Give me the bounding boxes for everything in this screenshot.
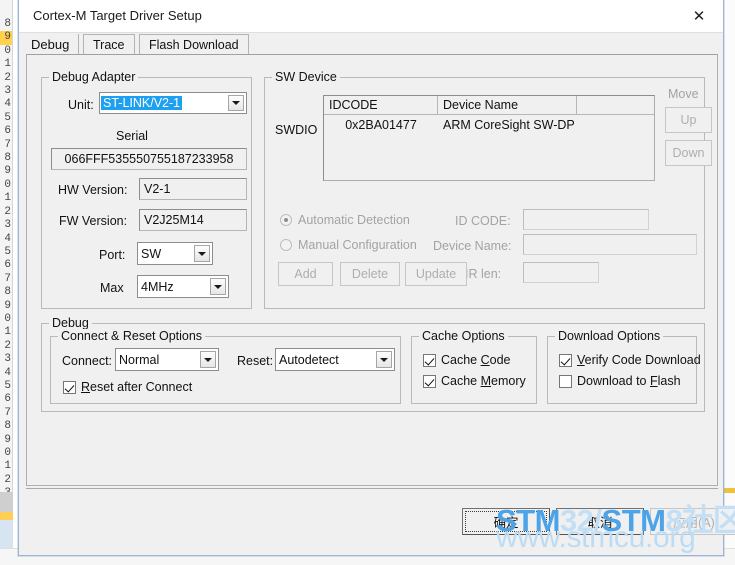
port-label: Port: [99,248,126,262]
reset-after-connect-label: Reset after Connect [81,380,193,394]
download-to-flash-label: Download to Flash [577,374,681,388]
verify-code-download-checkbox[interactable]: Verify Code Download [559,353,701,367]
connect-combo[interactable]: Normal [115,348,219,371]
tab-debug[interactable]: Debug [26,34,80,55]
device-name-label: Device Name: [433,239,512,253]
chevron-down-icon[interactable] [376,351,392,368]
cache-options-group: Cache Options Cache Code Cache Memory [411,329,537,404]
cache-memory-checkbox[interactable]: Cache Memory [423,374,526,388]
download-options-legend: Download Options [555,329,664,343]
ir-len-label: IR len: [465,267,502,281]
add-button[interactable]: Add [278,262,333,286]
download-to-flash-checkbox[interactable]: Download to Flash [559,374,681,388]
hw-version-field[interactable]: V2-1 [139,178,247,200]
move-label: Move [668,87,699,101]
debug-options-legend: Debug [49,316,92,330]
editor-right-marker [723,488,735,493]
serial-label: Serial [116,129,148,143]
cache-options-legend: Cache Options [419,329,508,343]
max-clock-combo[interactable]: 4MHz [137,275,229,298]
dialog-title: Cortex-M Target Driver Setup [33,8,202,23]
connect-combo-value: Normal [119,352,160,367]
radio-indicator [280,239,292,251]
fw-version-label: FW Version: [59,214,128,228]
connect-label: Connect: [62,354,113,368]
editor-line-numbers: 8 9 0 1 2 3 4 5 6 7 8 9 0 1 2 3 4 5 6 7 … [4,18,11,539]
update-button[interactable]: Update [405,262,467,286]
connect-reset-legend: Connect & Reset Options [58,329,206,343]
move-up-button[interactable]: Up [665,107,712,133]
sw-device-legend: SW Device [272,70,340,84]
checkbox-indicator [559,353,572,367]
radio-indicator [280,214,292,226]
connect-reset-options-group: Connect & Reset Options Connect: Normal … [50,329,401,404]
target-driver-setup-dialog: Cortex-M Target Driver Setup ✕ Debug Tra… [18,0,735,556]
checkbox-indicator [423,374,436,388]
id-code-label: ID CODE: [455,214,511,228]
debug-adapter-legend: Debug Adapter [49,70,139,84]
download-options-group: Download Options Verify Code Download Do… [547,329,701,404]
column-header-device-name[interactable]: Device Name [438,96,577,114]
reset-combo[interactable]: Autodetect [275,348,395,371]
cache-memory-label: Cache Memory [441,374,526,388]
tab-flash-download[interactable]: Flash Download [139,34,249,55]
cell-extra [577,115,654,134]
unit-label: Unit: [68,98,94,112]
ok-button[interactable]: 确定 [462,508,550,535]
verify-code-download-label: Verify Code Download [577,353,701,367]
editor-scrollbar-thumb[interactable] [0,492,13,512]
table-row[interactable]: 0x2BA01477 ARM CoreSight SW-DP [324,115,654,134]
hw-version-label: HW Version: [58,183,128,197]
cancel-button[interactable]: 取消 [556,508,644,535]
automatic-detection-radio[interactable]: Automatic Detection [280,213,410,227]
max-clock-combo-value: 4MHz [141,279,174,294]
cache-code-checkbox[interactable]: Cache Code [423,353,511,367]
reset-combo-value: Autodetect [279,352,339,367]
sw-device-table[interactable]: IDCODE Device Name 0x2BA01477 ARM CoreSi… [323,95,655,181]
id-code-field[interactable] [523,209,649,230]
tab-trace[interactable]: Trace [83,34,135,55]
device-name-field[interactable] [523,234,697,255]
ir-len-field[interactable] [523,262,599,283]
swdio-label: SWDIO [275,123,318,137]
cache-code-label: Cache Code [441,353,511,367]
dialog-title-bar: Cortex-M Target Driver Setup ✕ [19,0,723,33]
checkbox-indicator [423,353,436,367]
cell-idcode: 0x2BA01477 [345,117,417,132]
editor-scrollbar-marker [0,512,13,520]
table-header-row: IDCODE Device Name [324,96,654,115]
fw-version-field[interactable]: V2J25M14 [139,209,247,231]
manual-configuration-radio[interactable]: Manual Configuration [280,238,417,252]
debug-tab-panel: Debug Adapter Unit: ST-LINK/V2-1 Serial … [26,54,718,486]
checkbox-indicator [63,380,76,394]
close-icon[interactable]: ✕ [677,1,721,31]
move-down-button[interactable]: Down [665,140,712,166]
tab-strip: Debug Trace Flash Download [26,34,718,55]
serial-field[interactable]: 066FFF535550755187233958 [51,148,247,170]
apply-button[interactable]: 应用(A) [650,508,735,535]
column-header-extra[interactable] [577,96,654,114]
dialog-button-bar: 确定 取消 应用(A) [26,488,735,548]
unit-combo-value: ST-LINK/V2-1 [101,96,183,110]
chevron-down-icon[interactable] [200,351,216,368]
reset-after-connect-checkbox[interactable]: Reset after Connect [63,380,192,394]
chevron-down-icon[interactable] [210,278,226,295]
port-combo-value: SW [141,246,162,261]
reset-label: Reset: [237,354,274,368]
chevron-down-icon[interactable] [228,95,244,111]
manual-configuration-label: Manual Configuration [298,238,417,252]
unit-combo[interactable]: ST-LINK/V2-1 [99,92,247,114]
max-label: Max [100,281,124,295]
cell-device-name: ARM CoreSight SW-DP [443,117,575,132]
sw-device-group: SW Device SWDIO IDCODE Device Name 0x2BA… [264,70,712,309]
editor-right-strip [723,0,735,565]
port-combo[interactable]: SW [137,242,213,265]
column-header-idcode[interactable]: IDCODE [324,96,438,114]
checkbox-indicator [559,374,572,388]
delete-button[interactable]: Delete [340,262,400,286]
debug-adapter-group: Debug Adapter Unit: ST-LINK/V2-1 Serial … [41,70,252,309]
automatic-detection-label: Automatic Detection [298,213,410,227]
debug-options-group: Debug Connect & Reset Options Connect: N… [41,316,705,412]
chevron-down-icon[interactable] [194,245,210,262]
